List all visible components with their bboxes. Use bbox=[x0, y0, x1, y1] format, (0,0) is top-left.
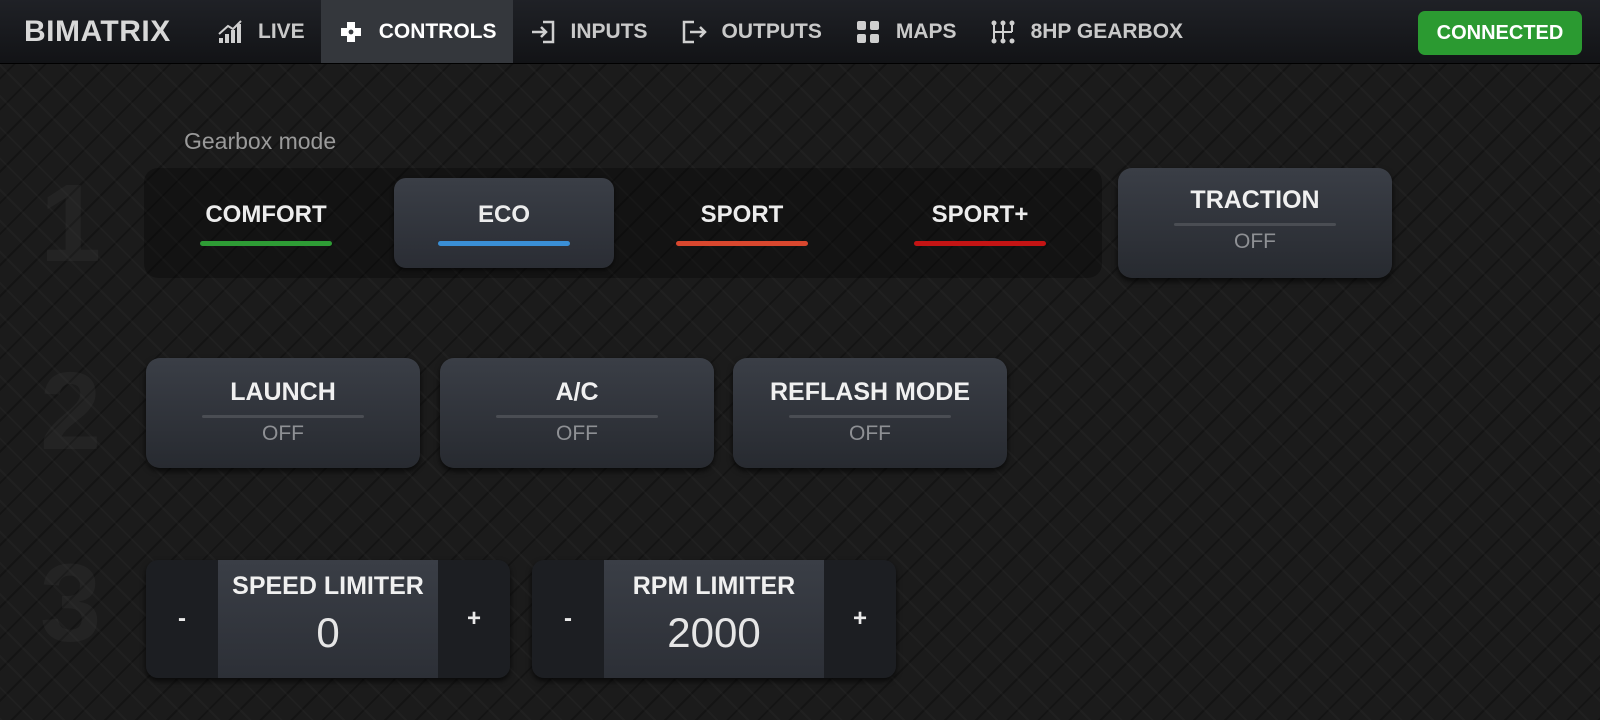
grid-icon bbox=[856, 20, 879, 43]
speed-limiter-increment-button[interactable]: + bbox=[438, 560, 510, 678]
output-arrow-icon bbox=[682, 20, 707, 43]
speed-limiter-decrement-button[interactable]: - bbox=[146, 560, 218, 678]
traction-divider bbox=[1174, 223, 1336, 226]
nav-maps[interactable]: MAPS bbox=[838, 0, 973, 63]
reflash-mode-title: REFLASH MODE bbox=[770, 378, 970, 406]
traction-title: TRACTION bbox=[1190, 186, 1320, 214]
speed-limiter-title: SPEED LIMITER bbox=[232, 572, 424, 600]
mode-sport-plus-button[interactable]: SPORT+ bbox=[870, 178, 1090, 268]
rpm-limiter-decrement-button[interactable]: - bbox=[532, 560, 604, 678]
speed-limiter-display: SPEED LIMITER 0 bbox=[218, 560, 438, 678]
gearbox-mode-selector: COMFORT ECO SPORT SPORT+ bbox=[144, 168, 1102, 278]
nav-inputs[interactable]: INPUTS bbox=[513, 0, 664, 63]
mode-eco-label: ECO bbox=[477, 200, 530, 228]
mode-sport-button[interactable]: SPORT bbox=[632, 178, 852, 268]
reflash-mode-divider bbox=[789, 415, 951, 418]
gamepad-icon bbox=[340, 21, 361, 42]
mode-eco-indicator bbox=[438, 240, 570, 246]
launch-toggle[interactable]: LAUNCH OFF bbox=[146, 358, 420, 468]
nav-live-label: LIVE bbox=[258, 19, 305, 43]
mode-comfort-label: COMFORT bbox=[205, 200, 327, 228]
nav-8hp-gearbox[interactable]: 8HP GEARBOX bbox=[973, 0, 1200, 63]
speed-limiter-control: - SPEED LIMITER 0 + bbox=[146, 560, 510, 678]
mode-eco-button[interactable]: ECO bbox=[394, 178, 614, 268]
gear-shift-icon bbox=[991, 20, 1015, 43]
nav-live[interactable]: LIVE bbox=[200, 0, 321, 63]
connection-status-badge: CONNECTED bbox=[1418, 11, 1582, 55]
nav-maps-label: MAPS bbox=[895, 19, 957, 43]
top-navigation-bar: BIMATRIX LIVE CONTROLS INPUTS OUTPUTS MA… bbox=[0, 0, 1600, 64]
ac-toggle[interactable]: A/C OFF bbox=[440, 358, 714, 468]
traction-value: OFF bbox=[1234, 230, 1276, 253]
mode-sport-label: SPORT bbox=[700, 200, 784, 228]
launch-divider bbox=[202, 415, 364, 418]
rpm-limiter-value: 2000 bbox=[667, 609, 761, 656]
mode-comfort-button[interactable]: COMFORT bbox=[156, 178, 376, 268]
brand-logo: BIMATRIX bbox=[24, 14, 171, 48]
rpm-limiter-control: - RPM LIMITER 2000 + bbox=[532, 560, 896, 678]
gearbox-mode-label: Gearbox mode bbox=[184, 128, 337, 154]
rpm-limiter-title: RPM LIMITER bbox=[632, 572, 796, 600]
main-nav: LIVE CONTROLS INPUTS OUTPUTS MAPS 8HP GE… bbox=[200, 0, 1199, 63]
section-number-1: 1 bbox=[40, 160, 101, 287]
nav-8hp-gearbox-label: 8HP GEARBOX bbox=[1030, 19, 1184, 43]
ac-title: A/C bbox=[555, 378, 599, 406]
mode-sport-indicator bbox=[676, 240, 808, 246]
section-number-3: 3 bbox=[40, 540, 101, 667]
nav-controls[interactable]: CONTROLS bbox=[320, 0, 513, 63]
nav-inputs-label: INPUTS bbox=[570, 19, 648, 43]
launch-value: OFF bbox=[262, 422, 304, 445]
reflash-mode-value: OFF bbox=[849, 422, 891, 445]
ac-divider bbox=[496, 415, 658, 418]
input-arrow-icon bbox=[531, 20, 554, 43]
nav-outputs-label: OUTPUTS bbox=[721, 19, 822, 43]
reflash-mode-toggle[interactable]: REFLASH MODE OFF bbox=[733, 358, 1007, 468]
rpm-limiter-increment-button[interactable]: + bbox=[824, 560, 896, 678]
rpm-limiter-display: RPM LIMITER 2000 bbox=[604, 560, 824, 678]
mode-sport-plus-label: SPORT+ bbox=[931, 200, 1029, 228]
section-number-2: 2 bbox=[40, 348, 101, 475]
mode-comfort-indicator bbox=[200, 240, 332, 246]
nav-controls-label: CONTROLS bbox=[378, 19, 497, 43]
ac-value: OFF bbox=[556, 422, 598, 445]
mode-sport-plus-indicator bbox=[914, 240, 1046, 246]
nav-outputs[interactable]: OUTPUTS bbox=[664, 0, 838, 63]
speed-limiter-value: 0 bbox=[316, 609, 340, 656]
signal-bars-icon bbox=[218, 19, 242, 43]
traction-toggle[interactable]: TRACTION OFF bbox=[1118, 168, 1392, 278]
launch-title: LAUNCH bbox=[230, 378, 336, 406]
